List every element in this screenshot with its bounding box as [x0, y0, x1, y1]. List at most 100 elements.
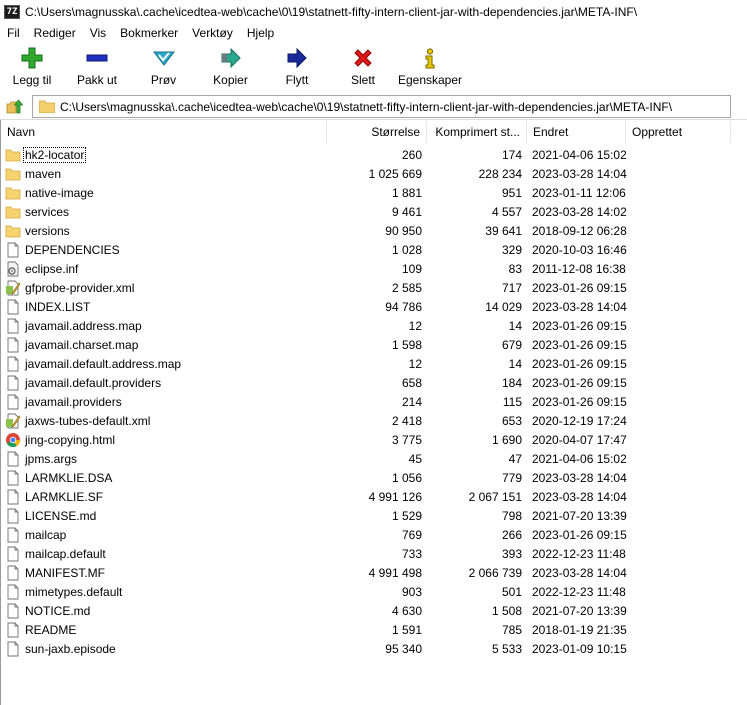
menu-verktøy[interactable]: Verktøy: [185, 26, 240, 40]
file-row[interactable]: eclipse.inf 109 83 2011-12-08 16:38: [1, 259, 731, 278]
cell-name: INDEX.LIST: [1, 299, 327, 315]
cell-modified: 2023-01-26 09:15: [532, 356, 627, 371]
cell-size: 1 598: [391, 337, 422, 352]
cell-name: mailcap.default: [1, 546, 327, 562]
delete-icon: [350, 47, 376, 69]
cell-compressed: 393: [501, 546, 522, 561]
file-row[interactable]: javamail.providers 214 115 2023-01-26 09:15: [1, 392, 731, 411]
copy-button[interactable]: Kopier: [197, 44, 264, 90]
menu-rediger[interactable]: Rediger: [27, 26, 83, 40]
file-row[interactable]: MANIFEST.MF 4 991 498 2 066 739 2023-03-28 …: [1, 563, 731, 582]
path-field[interactable]: C:\Users\magnusska\.cache\icedtea-web\ca…: [32, 95, 731, 118]
cell-size: 1 591: [391, 622, 422, 637]
cell-size: 4 630: [391, 603, 422, 618]
cell-modified: 2023-01-26 09:15: [532, 318, 627, 333]
file-row[interactable]: native-image 1 881 951 2023-01-11 12:06: [1, 183, 731, 202]
file-row[interactable]: DEPENDENCIES 1 028 329 2020-10-03 16:46: [1, 240, 731, 259]
file-row[interactable]: maven 1 025 669 228 234 2023-03-28 14:04: [1, 164, 731, 183]
menu-fil[interactable]: Fil: [0, 26, 27, 40]
file-name: MANIFEST.MF: [25, 565, 105, 580]
file-row[interactable]: README 1 591 785 2018-01-19 21:35: [1, 620, 731, 639]
file-row[interactable]: versions 90 950 39 641 2018-09-12 06:28: [1, 221, 731, 240]
column-size[interactable]: Størrelse: [327, 121, 427, 143]
column-compressed[interactable]: Komprimert st...: [427, 121, 527, 143]
file-row[interactable]: sun-jaxb.episode 95 340 5 533 2023-01-09 10…: [1, 639, 731, 658]
xml-file-icon: [5, 280, 21, 296]
cell-modified: 2023-03-28 14:04: [532, 470, 627, 485]
window-title: C:\Users\magnusska\.cache\icedtea-web\ca…: [25, 5, 638, 19]
xml-file-icon: [5, 413, 21, 429]
cell-compressed: 4 557: [491, 204, 522, 219]
file-row[interactable]: LARMKLIE.DSA 1 056 779 2023-03-28 14:04: [1, 468, 731, 487]
cell-size: 260: [401, 147, 422, 162]
file-row[interactable]: INDEX.LIST 94 786 14 029 2023-03-28 14:04: [1, 297, 731, 316]
menu-vis[interactable]: Vis: [83, 26, 113, 40]
file-row[interactable]: NOTICE.md 4 630 1 508 2021-07-20 13:39: [1, 601, 731, 620]
cell-modified: 2023-03-28 14:04: [532, 489, 627, 504]
cell-compressed: 266: [501, 527, 522, 542]
file-name: LARMKLIE.DSA: [25, 470, 113, 485]
cell-name: jaxws-tubes-default.xml: [1, 413, 327, 429]
cell-modified: 2023-01-09 10:15: [532, 641, 627, 656]
file-row[interactable]: hk2-locator 260 174 2021-04-06 15:02: [1, 145, 731, 164]
file-row[interactable]: mailcap.default 733 393 2022-12-23 11:48: [1, 544, 731, 563]
move-button[interactable]: Flytt: [264, 44, 330, 90]
file-name: mimetypes.default: [25, 584, 123, 599]
file-row[interactable]: jaxws-tubes-default.xml 2 418 653 2020-12-1…: [1, 411, 731, 430]
file-icon: [5, 356, 21, 372]
file-row[interactable]: mailcap 769 266 2023-01-26 09:15: [1, 525, 731, 544]
cell-compressed: 785: [501, 622, 522, 637]
cell-name: eclipse.inf: [1, 261, 327, 277]
cell-modified: 2018-01-19 21:35: [532, 622, 627, 637]
column-created[interactable]: Opprettet: [626, 121, 731, 143]
file-name: hk2-locator: [22, 146, 87, 163]
file-row[interactable]: LICENSE.md 1 529 798 2021-07-20 13:39: [1, 506, 731, 525]
file-row[interactable]: javamail.default.address.map 12 14 2023-01-…: [1, 354, 731, 373]
file-icon: [5, 451, 21, 467]
cell-modified: 2023-01-26 09:15: [532, 394, 627, 409]
column-modified[interactable]: Endret: [527, 121, 626, 143]
file-icon: [5, 318, 21, 334]
file-row[interactable]: jpms.args 45 47 2021-04-06 15:02: [1, 449, 731, 468]
file-row[interactable]: javamail.address.map 12 14 2023-01-26 09:15: [1, 316, 731, 335]
file-row[interactable]: services 9 461 4 557 2023-03-28 14:02: [1, 202, 731, 221]
copy-icon: [218, 47, 244, 69]
cell-modified: 2023-03-28 14:04: [532, 166, 627, 181]
info-button[interactable]: Egenskaper: [396, 44, 464, 90]
cell-name: javamail.address.map: [1, 318, 327, 334]
cell-modified: 2023-03-28 14:04: [532, 565, 627, 580]
folder-icon: [5, 185, 21, 201]
file-name: javamail.providers: [25, 394, 122, 409]
cell-compressed: 115: [502, 394, 522, 409]
cell-compressed: 14: [508, 356, 522, 371]
up-folder-button[interactable]: [4, 97, 24, 117]
cell-size: 9 461: [391, 204, 422, 219]
cell-size: 769: [401, 527, 422, 542]
cell-compressed: 679: [501, 337, 522, 352]
file-row[interactable]: javamail.default.providers 658 184 2023-01-…: [1, 373, 731, 392]
file-row[interactable]: gfprobe-provider.xml 2 585 717 2023-01-26 0…: [1, 278, 731, 297]
file-row[interactable]: LARMKLIE.SF 4 991 126 2 067 151 2023-03-28 …: [1, 487, 731, 506]
file-row[interactable]: mimetypes.default 903 501 2022-12-23 11:48: [1, 582, 731, 601]
file-row[interactable]: javamail.charset.map 1 598 679 2023-01-26 0…: [1, 335, 731, 354]
cell-size: 45: [408, 451, 422, 466]
cell-name: sun-jaxb.episode: [1, 641, 327, 657]
cell-compressed: 83: [508, 261, 522, 276]
cell-compressed: 717: [501, 280, 522, 295]
delete-button[interactable]: Slett: [330, 44, 396, 90]
toolbar-label: Flytt: [285, 73, 309, 87]
file-row[interactable]: jing-copying.html 3 775 1 690 2020-04-07 17…: [1, 430, 731, 449]
column-name[interactable]: Navn: [1, 121, 327, 143]
file-icon: [5, 641, 21, 657]
cell-name: hk2-locator: [1, 146, 327, 163]
cell-size: 1 025 669: [368, 166, 422, 181]
extract-button[interactable]: Pakk ut: [64, 44, 130, 90]
menu-bokmerker[interactable]: Bokmerker: [113, 26, 185, 40]
file-icon: [5, 584, 21, 600]
folder-icon: [39, 100, 55, 113]
menu-hjelp[interactable]: Hjelp: [240, 26, 281, 40]
file-name: services: [25, 204, 70, 219]
cell-compressed: 5 533: [491, 641, 522, 656]
test-button[interactable]: Prøv: [130, 44, 197, 90]
add-button[interactable]: Legg til: [0, 44, 64, 90]
